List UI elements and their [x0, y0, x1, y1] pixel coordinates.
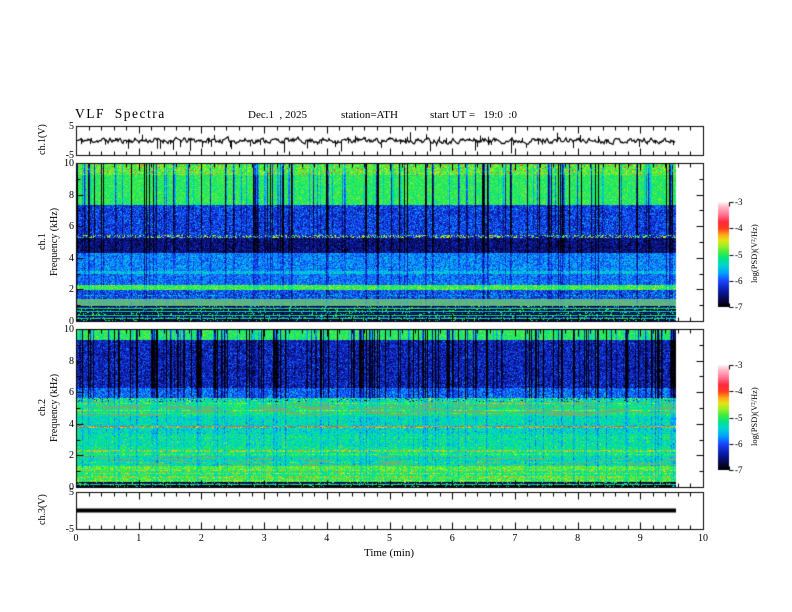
colorbar-tick-label: -3: [735, 360, 743, 370]
ch2-frequency-axis-label: Frequency (kHz): [49, 373, 60, 443]
ch1-frequency-axis-label: Frequency (kHz): [49, 207, 60, 277]
ch3v-y-tick-label: -5: [65, 524, 74, 535]
x-tick-label: 7: [512, 533, 518, 544]
colorbar1: [718, 202, 729, 307]
ch1spec-y-tick-label: 4: [69, 252, 74, 264]
ch1v-y-tick-label: 5: [69, 121, 74, 132]
station-label: station=ATH: [341, 109, 398, 121]
ch1-spectrogram-panel: [76, 163, 703, 321]
ch3-voltage-axis-label: ch.3(V): [37, 494, 48, 526]
x-tick-label: 2: [198, 533, 204, 544]
ch1spec-y-tick-label: 2: [69, 284, 74, 296]
ch2spec-y-tick-label: 4: [69, 418, 74, 430]
ch2spec-y-tick-label: 6: [69, 387, 74, 399]
ch1spec-y-tick-label: 8: [69, 189, 74, 201]
ch2spec-y-tick-label: 2: [69, 450, 74, 462]
x-tick-label: 3: [261, 533, 267, 544]
colorbar-tick-label: -4: [735, 223, 743, 234]
x-tick-label: 9: [637, 533, 643, 544]
date-label: Dec.1 , 2025: [248, 109, 307, 121]
colorbar-tick-label: -5: [735, 249, 743, 260]
vlf-spectra-figure: VLF Spectra Dec.1 , 2025 station=ATH sta…: [0, 0, 792, 612]
ch2spec-y-tick-label: 8: [69, 355, 74, 367]
x-tick-label: 4: [324, 533, 330, 544]
start-ut-label: start UT = 19:0 :0: [430, 109, 517, 121]
x-tick-label: 5: [387, 533, 392, 544]
page-title: VLF Spectra: [75, 106, 166, 121]
ch3v-y-tick-label: 5: [69, 487, 74, 498]
colorbar-tick-label: -3: [735, 197, 743, 207]
colorbar-tick-label: -7: [735, 465, 743, 475]
colorbar-tick-label: -4: [735, 386, 743, 397]
x-tick-label: 10: [698, 533, 708, 544]
x-tick-label: 8: [575, 533, 581, 544]
colorbar-tick-label: -6: [735, 438, 743, 449]
ch2spec-y-tick-label: 10: [64, 324, 74, 335]
x-tick-label: 1: [136, 533, 142, 544]
ch1spec-y-tick-label: 10: [64, 158, 74, 169]
colorbar-tick-label: -6: [735, 275, 743, 286]
ch1spec-y-tick-label: 6: [69, 221, 74, 233]
ch2-spectrogram-panel: [76, 329, 703, 487]
colorbar-tick-label: -5: [735, 412, 743, 423]
colorbar2: [718, 365, 729, 470]
colorbar-tick-label: -7: [735, 302, 743, 312]
time-axis-label: Time (min): [363, 547, 414, 559]
ch3-waveform-panel: [76, 492, 703, 529]
x-tick-label: 6: [449, 533, 455, 544]
ch1-waveform-panel: [76, 126, 703, 155]
